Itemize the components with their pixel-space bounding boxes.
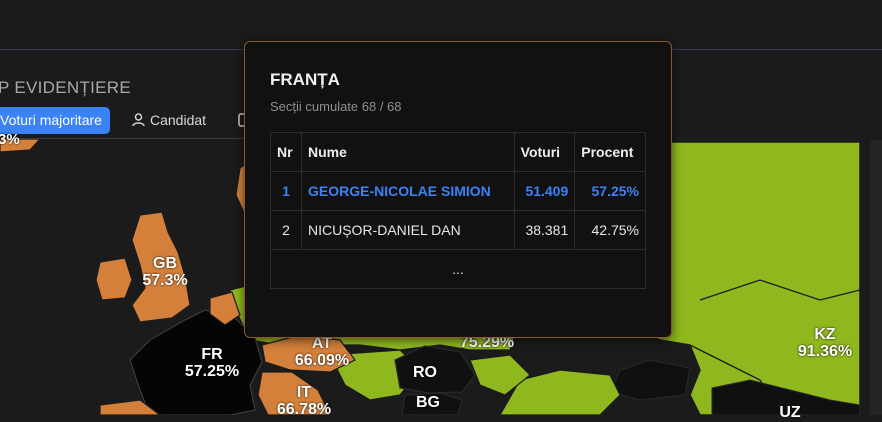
map-label-uz-code: UZ — [779, 404, 801, 421]
map-label-gb-code: GB — [153, 255, 177, 272]
cell-name: GEORGE-NICOLAE SIMION — [301, 171, 515, 211]
map-label-at-pct: 66.09% — [294, 351, 350, 369]
region-ireland[interactable] — [95, 257, 133, 301]
map-label-ro-code: RO — [413, 364, 437, 381]
map-label-it-pct: 66.78% — [276, 400, 332, 418]
section-title: P EVIDENȚIERE — [0, 78, 132, 97]
map-label-fr-pct: 57.25% — [184, 362, 240, 380]
tab-candidate-label: Candidat — [150, 112, 207, 128]
cell-percent: 57.25% — [574, 171, 646, 211]
map-label-ro: RO — [405, 364, 445, 382]
cell-name: NICUȘOR-DANIEL DAN — [301, 210, 515, 250]
map-label-gb: GB 57.3% — [134, 255, 196, 290]
results-table: Nr Nume Voturi Procent 1 GEORGE-NICOLAE … — [270, 132, 646, 289]
map-label-bg: BG — [408, 394, 448, 412]
popup-subtitle: Secții cumulate 68 / 68 — [270, 99, 402, 114]
map-label-it-code: IT — [296, 384, 312, 401]
map-label-gb-pct: 57.3% — [142, 271, 188, 289]
map-label-kz: KZ 91.36% — [790, 326, 860, 361]
map-label-uz: UZ — [770, 404, 810, 422]
col-nr: Nr — [270, 132, 302, 172]
cell-percent: 42.75% — [574, 210, 646, 250]
tab-candidate[interactable]: Candidat — [132, 112, 206, 128]
user-icon — [132, 113, 145, 127]
side-panel-edge — [870, 140, 882, 415]
cell-votes: 38.381 — [513, 210, 576, 250]
tab-majority-votes[interactable]: Voturi majoritare — [0, 107, 110, 134]
map-label-kz-code: KZ — [814, 326, 836, 343]
table-row-ellipsis: ... — [270, 249, 646, 289]
map-label-at-code: AT — [311, 335, 333, 352]
col-name: Nume — [301, 132, 515, 172]
table-row: 2 NICUȘOR-DANIEL DAN 38.381 42.75% — [270, 210, 646, 250]
map-label-kz-pct: 91.36% — [797, 342, 853, 360]
map-label-fr-code: FR — [201, 346, 223, 363]
popup-title: FRANȚA — [270, 70, 340, 89]
country-popup: FRANȚA Secții cumulate 68 / 68 Nr Nume V… — [244, 41, 672, 338]
col-percent: Procent — [574, 132, 646, 172]
map-label-fr: FR 57.25% — [176, 346, 248, 381]
map-label-top-fragment: 3% — [0, 131, 20, 148]
map-label-bg-code: BG — [416, 394, 440, 411]
cell-nr: 1 — [270, 171, 302, 211]
cell-ellipsis: ... — [270, 249, 646, 289]
cell-votes: 51.409 — [513, 171, 576, 211]
map-label-it: IT 66.78% — [270, 384, 338, 419]
col-votes: Voturi — [513, 132, 576, 172]
cell-nr: 2 — [270, 210, 302, 250]
map-label-at: AT 66.09% — [288, 335, 356, 370]
table-header-row: Nr Nume Voturi Procent — [270, 132, 646, 172]
table-row: 1 GEORGE-NICOLAE SIMION 51.409 57.25% — [270, 171, 646, 211]
